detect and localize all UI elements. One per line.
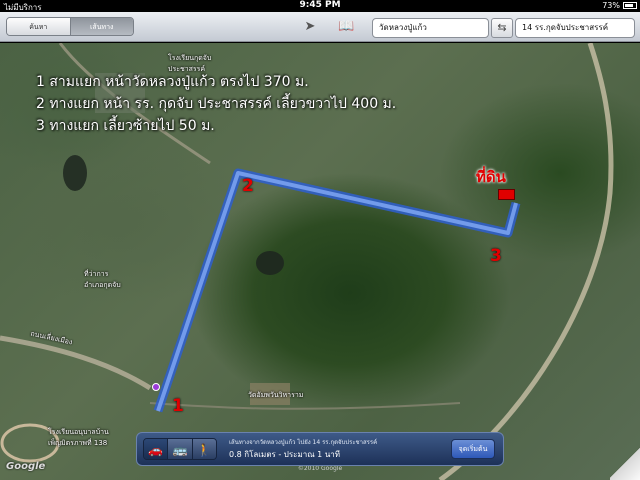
step-number-3: 3 [490, 246, 502, 266]
land-label: ที่ดิน [476, 168, 506, 186]
start-location-field[interactable]: วัดหลวงปู่แก้ว [372, 18, 489, 38]
route-panel: 🚗 🚌 🚶 เส้นทางจากวัดหลวงปู่แก้ว ไปยัง 14 … [136, 432, 504, 466]
tab-directions[interactable]: เส้นทาง [70, 18, 133, 35]
end-location-field[interactable]: 14 รร.กุดจับประชาสรรค์ [515, 18, 635, 38]
maps-toolbar: ค้นหา เส้นทาง ➤ 📖 วัดหลวงปู่แก้ว ⇆ 14 รร… [0, 12, 640, 42]
route-title: เส้นทางจากวัดหลวงปู่แก้ว ไปยัง 14 รร.กุด… [229, 439, 378, 446]
route-distance: 0.8 กิโลเมตร - ประมาณ 1 นาที [229, 450, 341, 459]
step-number-2: 2 [242, 176, 254, 196]
place-temple[interactable]: วัดอัมพวันวิหาราม [248, 390, 303, 401]
direction-step: 1 สามแยก หน้าวัดหลวงปู่แก้ว ตรงไป 370 ม. [36, 74, 309, 90]
step-number-1: 1 [172, 396, 184, 416]
road-left [0, 335, 152, 391]
start-button[interactable]: จุดเริ่มต้น [451, 439, 495, 459]
location-arrow-icon[interactable]: ➤ [302, 19, 318, 35]
road-bottom [149, 402, 461, 410]
place-district-office[interactable]: ที่ว่าการ อำเภอกุดจับ [84, 269, 121, 291]
car-icon[interactable]: 🚗 [144, 439, 169, 459]
walk-icon[interactable]: 🚶 [192, 439, 216, 459]
bookmarks-icon[interactable]: 📖 [338, 19, 354, 35]
satellite-map[interactable]: 1 สามแยก หน้าวัดหลวงปู่แก้ว ตรงไป 370 ม.… [0, 43, 640, 480]
battery-percent: 73% [602, 1, 620, 10]
battery-icon [623, 2, 637, 9]
directions-overlay: 1 สามแยก หน้าวัดหลวงปู่แก้ว ตรงไป 370 ม.… [36, 71, 396, 137]
page-curl-icon[interactable] [610, 446, 640, 480]
copyright-text: ©2010 Google [297, 465, 343, 472]
place-school-bottom[interactable]: โรงเรียนอนุบาลบ้าน เพ็ญมิตรภาพที่ 138 [48, 427, 109, 449]
mode-segmented-control: ค้นหา เส้นทาง [6, 17, 134, 36]
start-pin-icon[interactable] [152, 383, 160, 391]
transport-mode-selector: 🚗 🚌 🚶 [143, 438, 217, 460]
tab-search[interactable]: ค้นหา [7, 18, 71, 35]
status-bar: ไม่มีบริการ 9:45 PM 73% [0, 0, 640, 12]
land-marker [498, 189, 515, 200]
bus-icon[interactable]: 🚌 [168, 439, 193, 459]
pond-left [63, 155, 87, 191]
route-line [153, 168, 521, 413]
swap-icon[interactable]: ⇆ [491, 18, 513, 38]
road-right [438, 43, 614, 480]
direction-step: 2 ทางแยก หน้า รร. กุดจับ ประชาสรรค์ เลี้… [36, 96, 397, 112]
clock: 9:45 PM [299, 0, 341, 10]
route-line-highlight [156, 171, 518, 412]
direction-step: 3 ทางแยก เลี้ยวซ้ายไป 50 ม. [36, 118, 215, 134]
pond [256, 251, 284, 275]
place-school-top[interactable]: โรงเรียนกุดจับ ประชาสรรค์ [168, 53, 211, 75]
